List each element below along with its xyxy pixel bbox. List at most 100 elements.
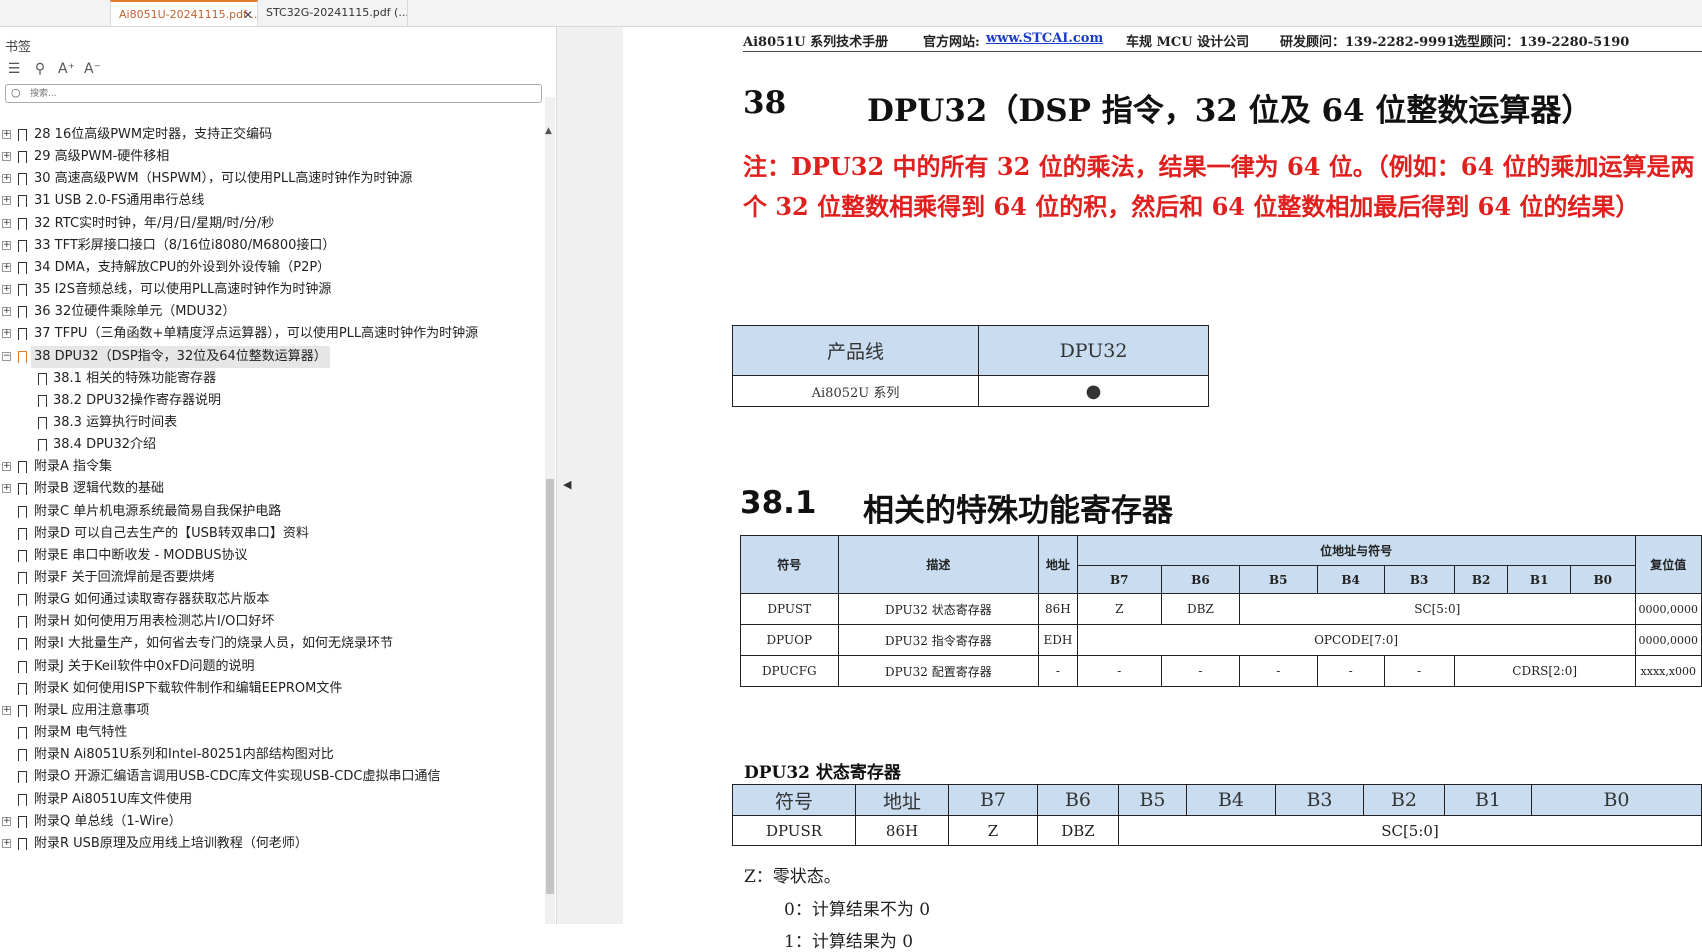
bookmark-icon (18, 749, 27, 765)
z-flag-value-1: 1：计算结果为 0 (784, 932, 914, 952)
tab-bar: Ai8051U-20241115.pdf ... ✕ STC32G-202411… (0, 0, 1702, 27)
sidebar-item[interactable]: 附录M 电气特性 (0, 722, 536, 744)
chapter-number: 38 (743, 85, 787, 121)
table-cell: DBZ (1037, 815, 1119, 846)
table-header: DPU32 (978, 325, 1209, 376)
sidebar-item[interactable]: +30 高速高级PWM（HSPWM），可以使用PLL高速时钟作为时钟源 (0, 168, 536, 190)
tab-stc32g-pdf[interactable]: STC32G-20241115.pdf (... (258, 0, 408, 26)
sidebar-item[interactable]: 38.4 DPU32介绍 (0, 434, 536, 456)
search-input[interactable] (30, 86, 530, 101)
chapter-title: DPU32（DSP 指令，32 位及 64 位整数运算器） (867, 93, 1593, 129)
sidebar-item[interactable]: +34 DMA，支持解放CPU的外设到外设传输（P2P） (0, 257, 536, 279)
collapse-sidebar-icon[interactable]: ◀ (563, 478, 571, 491)
sidebar-item-label: 附录R USB原理及应用线上培训教程（何老师） (34, 836, 308, 851)
sidebar-item[interactable]: 附录F 关于回流焊前是否要烘烤 (0, 567, 536, 589)
sidebar-item[interactable]: 附录K 如何使用ISP下载软件制作和编辑EEPROM文件 (0, 678, 536, 700)
sidebar-item[interactable]: + 附录Q 单总线（1-Wire） (0, 811, 536, 833)
sidebar-item-label: 附录A 指令集 (34, 459, 113, 474)
sidebar-item[interactable]: +31 USB 2.0-FS通用串行总线 (0, 190, 536, 212)
sidebar-item[interactable]: +33 TFT彩屏接口接口（8/16位i8080/M6800接口） (0, 235, 536, 257)
bookmark-icon (18, 262, 27, 278)
expand-icon[interactable]: + (2, 329, 11, 338)
table-header: B2 (1453, 565, 1509, 594)
sidebar-item[interactable]: + 附录A 指令集 (0, 456, 536, 478)
sidebar-item[interactable]: 附录N Ai8051U系列和Intel-80251内部结构图对比 (0, 744, 536, 766)
expand-icon[interactable]: + (2, 152, 11, 161)
scroll-up-icon[interactable]: ▲ (545, 126, 552, 136)
table-header: B1 (1507, 565, 1571, 594)
sidebar-item[interactable]: + 附录B 逻辑代数的基础 (0, 478, 536, 500)
font-increase-icon[interactable]: A⁺ (58, 61, 75, 77)
bookmark-search-icon[interactable]: ⚲ (32, 61, 48, 77)
collapse-icon[interactable]: − (2, 352, 11, 361)
sidebar-item-label: 附录B 逻辑代数的基础 (34, 481, 165, 496)
expand-icon[interactable]: + (2, 285, 11, 294)
sidebar-item[interactable]: 38.3 运算执行时间表 (0, 412, 536, 434)
expand-icon[interactable]: + (2, 130, 11, 139)
sidebar-item-label: 附录D 可以自己去生产的【USB转双串口】资料 (34, 526, 309, 541)
sidebar-item[interactable]: 附录C 单片机电源系统最简易自我保护电路 (0, 501, 536, 523)
expand-icon[interactable]: + (2, 706, 11, 715)
table-cell: ● (978, 375, 1209, 407)
table-cell: 0000,0000 (1634, 624, 1702, 656)
sidebar-item[interactable]: +28 16位高级PWM定时器，支持正交编码 (0, 124, 536, 146)
table-cell: - (1383, 655, 1455, 687)
bookmark-icon (38, 373, 47, 389)
list-icon[interactable]: ☰ (6, 61, 22, 77)
table-header: B0 (1531, 784, 1702, 816)
bookmark-search-box[interactable]: ○ (5, 84, 542, 103)
sidebar-item[interactable]: +36 32位硬件乘除单元（MDU32） (0, 301, 536, 323)
sidebar-item-label: 附录G 如何通过读取寄存器获取芯片版本 (34, 592, 270, 607)
sidebar-item-label: 附录Q 单总线（1-Wire） (34, 814, 182, 829)
sidebar-item[interactable]: 附录I 大批量生产，如何省去专门的烧录人员，如何无烧录环节 (0, 633, 536, 655)
font-decrease-icon[interactable]: A⁻ (84, 61, 101, 77)
expand-icon[interactable]: + (2, 196, 11, 205)
status-register-table: 符号 地址 B7 B6 B5 B4 B3 B2 B1 B0 DPUSR 86H … (732, 784, 1702, 846)
expand-icon[interactable]: + (2, 241, 11, 250)
sidebar-scroll-thumb[interactable] (546, 479, 554, 894)
site-link[interactable]: www.STCAI.com (986, 31, 1103, 46)
expand-icon[interactable]: + (2, 263, 11, 272)
expand-icon[interactable]: + (2, 839, 11, 848)
sidebar-item-label: 附录N Ai8051U系列和Intel-80251内部结构图对比 (34, 747, 334, 762)
table-cell: DPU32 指令寄存器 (837, 624, 1040, 656)
header-rule (743, 51, 1702, 52)
sidebar-item[interactable]: 附录J 关于Keil软件中0xFD问题的说明 (0, 656, 536, 678)
expand-icon[interactable]: + (2, 817, 11, 826)
sidebar-item[interactable]: 38.2 DPU32操作寄存器说明 (0, 390, 536, 412)
close-icon[interactable]: ✕ (243, 2, 253, 26)
sidebar-item[interactable]: +35 I2S音频总线，可以使用PLL高速时钟作为时钟源 (0, 279, 536, 301)
bookmark-sidebar: 书签 ☰ ⚲ A⁺ A⁻ ○ +28 16位高级PWM定时器，支持正交编码+29… (0, 27, 556, 924)
sidebar-item[interactable]: 附录H 如何使用万用表检测芯片I/O口好坏 (0, 611, 536, 633)
expand-icon[interactable]: + (2, 174, 11, 183)
sidebar-item[interactable]: 附录D 可以自己去生产的【USB转双串口】资料 (0, 523, 536, 545)
tab-label: Ai8051U-20241115.pdf ... (119, 8, 258, 21)
sidebar-item[interactable]: 附录E 串口中断收发 - MODBUS协议 (0, 545, 536, 567)
bookmark-icon (18, 705, 27, 721)
sidebar-item[interactable]: +32 RTC实时时钟，年/月/日/星期/时/分/秒 (0, 213, 536, 235)
product-line-table: 产品线 DPU32 Ai8052U 系列 ● (732, 325, 1209, 407)
sidebar-item[interactable]: 附录G 如何通过读取寄存器获取芯片版本 (0, 589, 536, 611)
sidebar-item[interactable]: +37 TFPU（三角函数+单精度浮点运算器），可以使用PLL高速时钟作为时钟源 (0, 323, 536, 345)
bookmark-icon (18, 594, 27, 610)
expand-icon[interactable]: + (2, 462, 11, 471)
sidebar-item[interactable]: 38.1 相关的特殊功能寄存器 (0, 368, 536, 390)
sidebar-item[interactable]: +29 高级PWM-硬件移相 (0, 146, 536, 168)
expand-icon[interactable]: + (2, 219, 11, 228)
bookmark-icon (18, 794, 27, 810)
sidebar-item[interactable]: 附录O 开源汇编语言调用USB-CDC库文件实现USB-CDC虚拟串口通信 (0, 766, 536, 788)
section-number: 38.1 (740, 485, 817, 521)
sidebar-item-label: 附录I 大批量生产，如何省去专门的烧录人员，如何无烧录环节 (34, 636, 393, 651)
bookmark-icon (18, 550, 27, 566)
sidebar-item[interactable]: 附录P Ai8051U库文件使用 (0, 789, 536, 811)
tab-ai8051u-pdf[interactable]: Ai8051U-20241115.pdf ... ✕ (110, 0, 258, 26)
sidebar-item[interactable]: + 附录L 应用注意事项 (0, 700, 536, 722)
sidebar-item-label: 附录P Ai8051U库文件使用 (34, 792, 193, 807)
sidebar-item-label: 38.4 DPU32介绍 (53, 437, 156, 452)
sidebar-item[interactable]: − 38 DPU32（DSP指令，32位及64位整数运算器） (0, 346, 536, 368)
expand-icon[interactable]: + (2, 484, 11, 493)
sidebar-item[interactable]: + 附录R USB原理及应用线上培训教程（何老师） (0, 833, 536, 855)
expand-icon[interactable]: + (2, 307, 11, 316)
table-header: 位地址与符号 (1076, 535, 1636, 566)
document-page: Ai8051U 系列技术手册 官方网站: www.STCAI.com 车规 MC… (623, 27, 1702, 952)
